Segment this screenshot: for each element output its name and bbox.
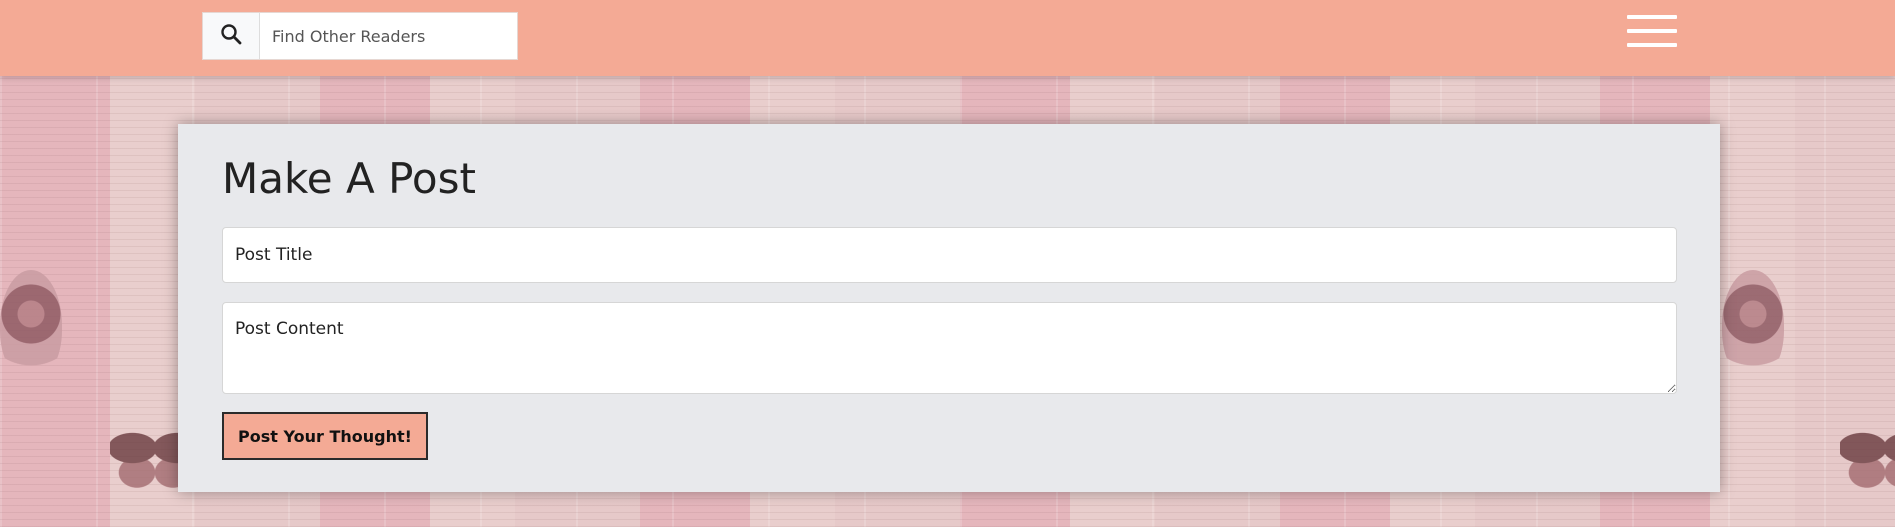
top-navbar — [0, 0, 1895, 76]
hamburger-menu-icon[interactable] — [1627, 13, 1677, 49]
search-input[interactable] — [260, 13, 517, 59]
post-content-textarea[interactable] — [222, 302, 1677, 394]
post-title-input[interactable] — [222, 227, 1677, 283]
search-icon — [219, 22, 243, 50]
make-post-card: Make A Post Post Your Thought! — [178, 124, 1720, 492]
post-submit-button[interactable]: Post Your Thought! — [222, 412, 428, 460]
search-bar — [202, 12, 518, 60]
beetle-illustration — [1722, 270, 1784, 380]
menu-bar-line — [1627, 43, 1677, 47]
menu-bar-line — [1627, 29, 1677, 33]
butterfly-illustration — [1840, 420, 1895, 490]
page-title: Make A Post — [222, 154, 476, 203]
menu-bar-line — [1627, 15, 1677, 19]
search-button[interactable] — [203, 13, 260, 59]
beetle-illustration — [0, 270, 62, 380]
